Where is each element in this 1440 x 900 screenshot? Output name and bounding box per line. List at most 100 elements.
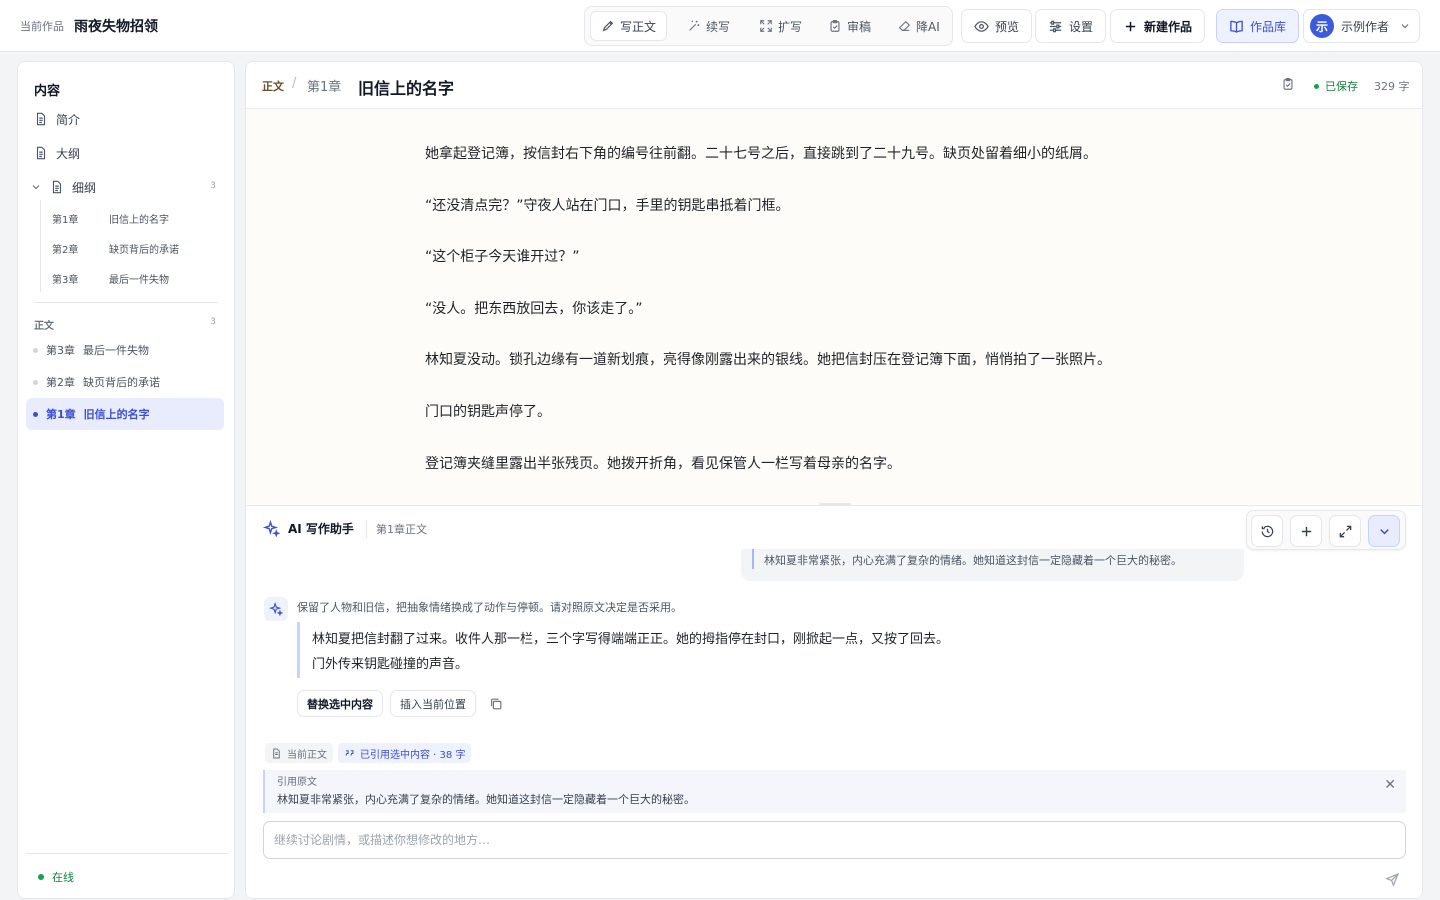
sidebar-item-label: 细纲	[72, 180, 97, 195]
chapter-title[interactable]: 旧信上的名字	[358, 75, 454, 99]
tool-label: 审稿	[847, 19, 872, 34]
top-bar: 当前作品 雨夜失物招领 写正文 续写 扩写 审稿 降AI 预览 设置 新建作品 …	[0, 0, 1440, 52]
outline-chapter-item[interactable]: 第1章 旧信上的名字	[52, 209, 169, 227]
user-message: 林知夏非常紧张，内心充满了复杂的情绪。她知道这封信一定隐藏着一个巨大的秘密。	[741, 549, 1244, 581]
tool-expand[interactable]: 扩写	[749, 11, 812, 41]
eraser-icon	[898, 20, 911, 31]
chapter-title: 缺页背后的承诺	[83, 376, 160, 389]
tool-review[interactable]: 审稿	[818, 11, 881, 41]
settings-button[interactable]: 设置	[1035, 9, 1107, 43]
outline-chapter-no: 第3章	[52, 274, 79, 286]
sidebar-bottom-divider	[26, 853, 228, 854]
chapter-dot	[33, 347, 38, 353]
close-icon[interactable]: ✕	[1384, 777, 1396, 793]
document-icon	[52, 180, 62, 194]
settings-label: 设置	[1069, 19, 1094, 34]
outline-chapter-no: 第1章	[52, 214, 79, 226]
copy-icon[interactable]	[489, 697, 503, 711]
chevron-down-icon[interactable]	[30, 181, 42, 193]
editor-paragraph[interactable]: “没人。把东西放回去，你该走了。”	[425, 298, 643, 318]
preview-button[interactable]: 预览	[961, 9, 1033, 43]
history-button[interactable]	[1251, 515, 1283, 547]
outline-chapter-item[interactable]: 第3章 最后一件失物	[52, 269, 169, 287]
word-count: 329 字	[1374, 80, 1410, 93]
new-work-button[interactable]: 新建作品	[1110, 9, 1206, 43]
fullscreen-button[interactable]	[1329, 515, 1361, 547]
user-name: 示例作者	[1341, 19, 1390, 34]
divider	[366, 520, 367, 538]
chapter-item-active[interactable]: 第1章 旧信上的名字	[26, 398, 224, 430]
insert-at-cursor-button[interactable]: 插入当前位置	[390, 690, 476, 717]
sidebar-item-outline[interactable]: 大纲	[34, 142, 80, 164]
tool-label: 写正文	[620, 19, 657, 34]
replace-selection-button[interactable]: 替换选中内容	[297, 690, 383, 717]
chapter-item[interactable]: 第3章 最后一件失物	[26, 334, 224, 366]
chapter-dot	[33, 379, 38, 385]
chevron-down-icon	[1401, 24, 1409, 29]
tool-continue[interactable]: 续写	[677, 11, 740, 41]
send-icon	[1384, 872, 1399, 887]
chevron-down-icon	[1379, 528, 1389, 534]
library-button[interactable]: 作品库	[1216, 9, 1300, 43]
main-panel: 正文 / 第1章 旧信上的名字 已保存 329 字 她拿起登记簿，按信封右下角的…	[245, 61, 1423, 899]
quote-bar	[752, 549, 754, 569]
sidebar-item-label: 大纲	[56, 146, 81, 161]
sidebar-heading: 内容	[34, 84, 61, 99]
collapse-panel-button[interactable]	[1368, 515, 1400, 547]
text-editor[interactable]: 她拿起登记簿，按信封右下角的编号往前翻。二十七号之后，直接跳到了二十九号。缺页处…	[246, 109, 1422, 504]
status-text: 在线	[52, 871, 74, 884]
context-chip-current[interactable]: 当前正文	[265, 743, 333, 763]
clipboard-check-icon[interactable]	[1281, 77, 1295, 91]
editor-paragraph[interactable]: 登记簿夹缝里露出半张残页。她拨开折角，看见保管人一栏写着母亲的名字。	[425, 453, 901, 473]
document-icon	[273, 748, 280, 758]
editor-paragraph[interactable]: 她拿起登记簿，按信封右下角的编号往前翻。二十七号之后，直接跳到了二十九号。缺页处…	[425, 143, 1097, 163]
document-icon	[36, 112, 46, 126]
chat-input[interactable]	[263, 821, 1406, 859]
tool-reduce-ai[interactable]: 降AI	[887, 11, 950, 41]
user-menu-button[interactable]: 示 示例作者	[1303, 9, 1420, 43]
avatar: 示	[1310, 14, 1334, 38]
plus-icon	[1301, 526, 1311, 536]
eye-icon	[974, 20, 989, 32]
pencil-icon	[602, 20, 614, 32]
current-work-title[interactable]: 雨夜失物招领	[74, 16, 158, 36]
editor-paragraph[interactable]: 林知夏没动。锁孔边缘有一道新划痕，亮得像刚露出来的银线。她把信封压在登记簿下面，…	[425, 349, 1111, 369]
new-chat-button[interactable]	[1290, 515, 1322, 547]
ai-panel-actions	[1246, 510, 1406, 550]
tool-write-main[interactable]: 写正文	[590, 11, 668, 41]
sidebar-item-detailed-outline[interactable]: 细纲	[30, 176, 96, 198]
chip-label: 当前正文	[287, 749, 327, 761]
assistant-note: 保留了人物和旧信，把抽象情绪换成了动作与停顿。请对照原文决定是否采用。	[297, 601, 682, 614]
breadcrumb: 正文 / 第1章 旧信上的名字 已保存 329 字	[246, 62, 1422, 109]
send-button[interactable]	[1379, 866, 1405, 892]
outline-chapter-title: 缺页背后的承诺	[109, 244, 179, 256]
expand-icon	[760, 20, 772, 32]
plus-icon	[1125, 21, 1136, 31]
quote-icon	[345, 749, 354, 756]
chapter-item[interactable]: 第2章 缺页背后的承诺	[26, 366, 224, 398]
sparkle-icon	[269, 602, 283, 616]
chapter-no: 第2章	[46, 376, 75, 389]
section-count: 3	[210, 317, 216, 327]
editor-paragraph[interactable]: “还没清点完？”守夜人站在门口，手里的钥匙串抵着门框。	[425, 195, 790, 215]
sliders-icon	[1049, 20, 1062, 32]
new-work-label: 新建作品	[1144, 19, 1193, 34]
breadcrumb-root[interactable]: 正文	[262, 78, 284, 94]
reference-heading: 引用原文	[277, 777, 317, 788]
mode-toolbar: 写正文 续写 扩写 审稿 降AI	[584, 6, 953, 46]
clipboard-check-icon	[830, 20, 840, 32]
outline-chapter-item[interactable]: 第2章 缺页背后的承诺	[52, 239, 179, 257]
sidebar-item-intro[interactable]: 简介	[34, 108, 80, 130]
editor-paragraph[interactable]: “这个柜子今天谁开过？”	[425, 246, 580, 266]
save-status: 已保存	[1314, 78, 1358, 94]
breadcrumb-chapter[interactable]: 第1章	[307, 76, 341, 95]
sparkle-icon	[263, 520, 280, 537]
context-chip-quoted[interactable]: 已引用选中内容 · 38 字	[338, 743, 472, 763]
outline-chapter-no: 第2章	[52, 244, 79, 256]
current-work-label: 当前作品	[20, 20, 64, 33]
chapter-dot	[33, 411, 38, 417]
breadcrumb-separator: /	[292, 76, 297, 91]
sidebar-item-label: 简介	[56, 112, 81, 127]
editor-paragraph[interactable]: 门口的钥匙声停了。	[425, 401, 551, 421]
outline-chapter-title: 旧信上的名字	[109, 214, 169, 226]
